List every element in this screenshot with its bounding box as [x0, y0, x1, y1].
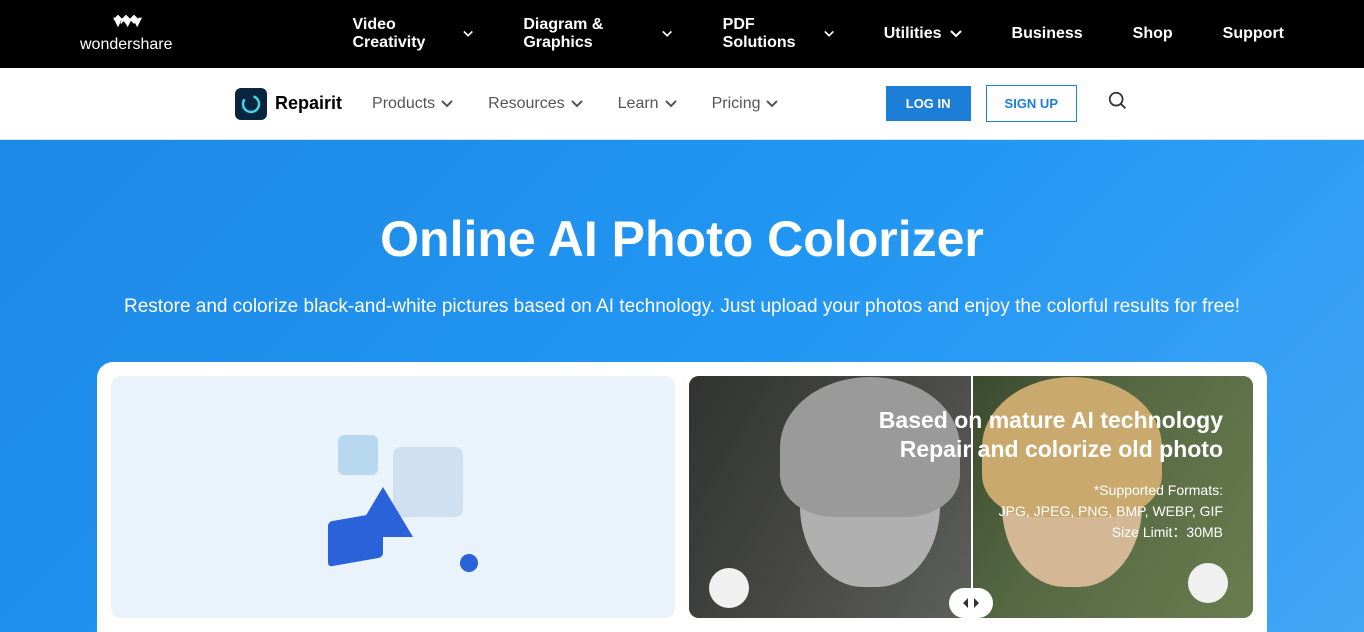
top-nav-menu: Video Creativity Diagram & Graphics PDF …: [353, 16, 1285, 52]
wondershare-logo[interactable]: wondershare: [80, 14, 173, 54]
hero-section: Online AI Photo Colorizer Restore and co…: [0, 140, 1364, 632]
page-title: Online AI Photo Colorizer: [0, 210, 1364, 268]
formats-list: JPG, JPEG, PNG, BMP, WEBP, GIF: [879, 501, 1223, 522]
upload-dropzone[interactable]: [111, 376, 675, 618]
arrow-right-icon: [973, 597, 981, 609]
nav-item-label: Utilities: [884, 25, 942, 43]
chevron-down-icon: [766, 100, 778, 108]
preview-info-overlay: Based on mature AI technology Repair and…: [879, 406, 1223, 544]
size-limit: Size Limit：30MB: [879, 522, 1223, 543]
repairit-icon: [235, 88, 267, 120]
upload-illustration: [303, 417, 483, 577]
nav-pdf-solutions[interactable]: PDF Solutions: [723, 16, 834, 52]
upload-cards-container: Based on mature AI technology Repair and…: [97, 362, 1267, 632]
search-icon: [1107, 90, 1129, 112]
search-button[interactable]: [1107, 90, 1129, 117]
preview-comparison-card: Based on mature AI technology Repair and…: [689, 376, 1253, 618]
preview-title: Based on mature AI technology Repair and…: [879, 406, 1223, 466]
auth-buttons: LOG IN SIGN UP: [886, 85, 1077, 122]
chevron-down-icon: [662, 30, 672, 38]
subnav-learn[interactable]: Learn: [618, 95, 677, 113]
subnav-item-label: Products: [372, 95, 435, 113]
chevron-down-icon: [824, 30, 834, 38]
arrow-left-icon: [961, 597, 969, 609]
chevron-down-icon: [571, 100, 583, 108]
product-navigation: Repairit Products Resources Learn Pricin…: [0, 68, 1364, 140]
sub-nav-menu: Products Resources Learn Pricing: [372, 95, 886, 113]
nav-item-label: Business: [1012, 25, 1083, 43]
nav-item-label: Video Creativity: [353, 16, 456, 52]
subnav-item-label: Pricing: [712, 95, 761, 113]
chevron-down-icon: [463, 30, 473, 38]
nav-item-label: Support: [1223, 25, 1284, 43]
repairit-product-name: Repairit: [275, 93, 342, 114]
nav-diagram-graphics[interactable]: Diagram & Graphics: [523, 16, 672, 52]
formats-label: *Supported Formats:: [879, 480, 1223, 501]
nav-item-label: PDF Solutions: [723, 16, 816, 52]
chevron-down-icon: [950, 30, 962, 38]
nav-support[interactable]: Support: [1223, 25, 1284, 43]
wondershare-logo-icon: [110, 14, 142, 34]
signup-button[interactable]: SIGN UP: [986, 85, 1077, 122]
page-subtitle: Restore and colorize black-and-white pic…: [102, 293, 1262, 322]
preview-title-line2: Repair and colorize old photo: [879, 435, 1223, 465]
nav-business[interactable]: Business: [1012, 25, 1083, 43]
nav-item-label: Diagram & Graphics: [523, 16, 654, 52]
supported-formats-info: *Supported Formats: JPG, JPEG, PNG, BMP,…: [879, 480, 1223, 543]
nav-utilities[interactable]: Utilities: [884, 25, 962, 43]
subnav-products[interactable]: Products: [372, 95, 453, 113]
subnav-item-label: Resources: [488, 95, 564, 113]
comparison-slider-handle[interactable]: [949, 588, 993, 618]
preview-title-line1: Based on mature AI technology: [879, 406, 1223, 436]
login-button[interactable]: LOG IN: [886, 86, 971, 121]
chevron-down-icon: [441, 100, 453, 108]
chevron-down-icon: [665, 100, 677, 108]
subnav-pricing[interactable]: Pricing: [712, 95, 779, 113]
subnav-item-label: Learn: [618, 95, 659, 113]
top-navigation: wondershare Video Creativity Diagram & G…: [0, 0, 1364, 68]
subnav-resources[interactable]: Resources: [488, 95, 582, 113]
repairit-logo[interactable]: Repairit: [235, 88, 342, 120]
nav-shop[interactable]: Shop: [1133, 25, 1173, 43]
wondershare-brand-text: wondershare: [80, 36, 173, 54]
nav-video-creativity[interactable]: Video Creativity: [353, 16, 474, 52]
nav-item-label: Shop: [1133, 25, 1173, 43]
